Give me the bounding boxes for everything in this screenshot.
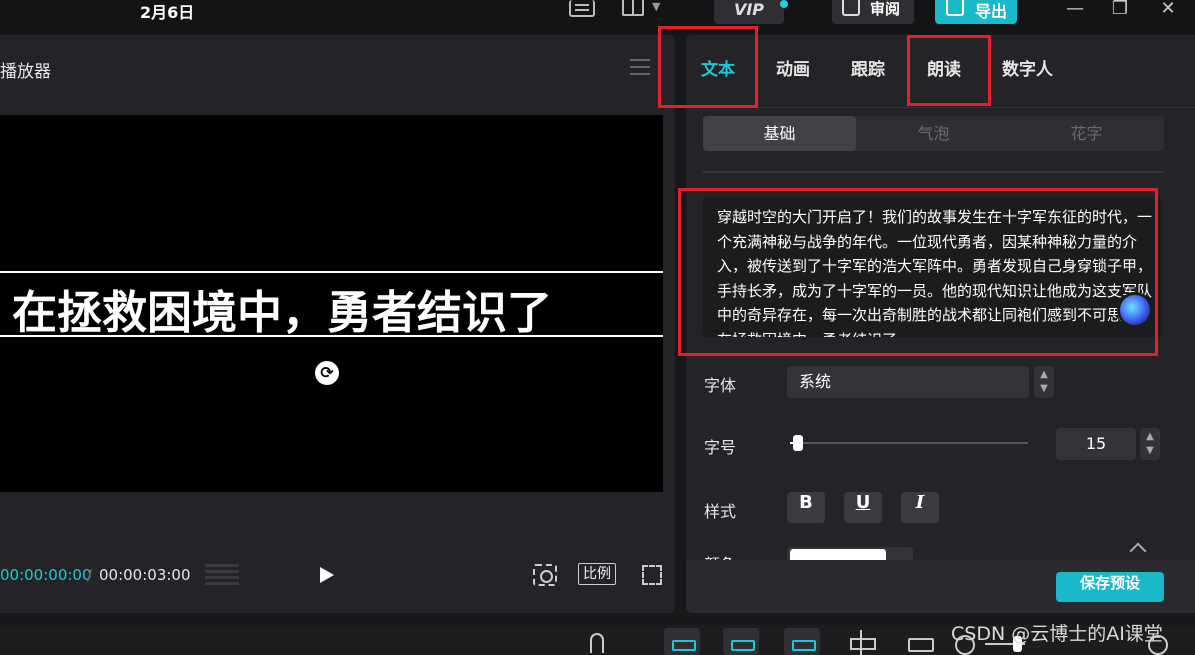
ratio-button[interactable]: 比例: [578, 563, 616, 585]
total-time: 00:00:03:00: [99, 566, 191, 584]
notification-dot: [780, 0, 788, 8]
subtitle-selection-box[interactable]: 在拯救困境中，勇者结识了: [0, 271, 663, 337]
menu-icon[interactable]: [630, 59, 650, 75]
split-icon[interactable]: [848, 628, 876, 655]
bold-button[interactable]: B: [787, 492, 825, 523]
microphone-icon[interactable]: [590, 633, 604, 653]
font-label: 字体: [704, 376, 737, 395]
chevron-down-icon[interactable]: ▼: [652, 0, 660, 13]
rotate-handle-icon[interactable]: ⟳: [315, 361, 339, 385]
font-size-slider-thumb[interactable]: [793, 435, 803, 451]
segment-fancy-text[interactable]: 花字: [1010, 116, 1163, 151]
segment-bubble[interactable]: 气泡: [857, 116, 1010, 151]
highlight-read-aloud-tab: [907, 35, 991, 106]
italic-button[interactable]: I: [901, 492, 939, 523]
font-select-stepper-icon[interactable]: ▲ ▼: [1034, 366, 1054, 398]
play-icon[interactable]: [320, 567, 334, 583]
review-icon: [842, 0, 860, 16]
font-size-label: 字号: [704, 438, 737, 457]
review-button[interactable]: 审阅: [832, 0, 914, 24]
linkage-icon[interactable]: [784, 628, 820, 655]
font-size-input[interactable]: 15: [1056, 428, 1136, 460]
chevron-up-icon[interactable]: [1129, 542, 1147, 560]
font-size-slider[interactable]: [790, 442, 1028, 444]
tab-tracking[interactable]: 跟踪: [851, 55, 885, 80]
main-track-link-icon[interactable]: [664, 628, 700, 655]
focus-icon[interactable]: [533, 564, 557, 586]
text-style-segmented-control: 基础 气泡 花字: [703, 116, 1164, 151]
export-icon: [946, 0, 964, 16]
top-bar: 2月6日 ▼ VIP 审阅 导出 — ❐ ✕: [0, 0, 1195, 34]
underline-button[interactable]: U: [844, 492, 882, 523]
tab-digital-human[interactable]: 数字人: [1002, 55, 1053, 80]
timeline-grid-icon[interactable]: [205, 564, 239, 586]
highlight-text-tab: [658, 26, 758, 108]
project-date: 2月6日: [140, 3, 195, 22]
export-label: 导出: [975, 2, 1008, 21]
keyboard-shortcut-icon[interactable]: [569, 0, 595, 17]
save-preset-button[interactable]: 保存预设: [1056, 572, 1164, 602]
current-time: 00:00:00:00: [0, 566, 92, 584]
tab-animation[interactable]: 动画: [776, 55, 810, 80]
tab-divider: [686, 107, 1195, 108]
color-label: 颜色: [704, 551, 736, 560]
time-separator: /: [87, 566, 93, 584]
layout-icon[interactable]: [622, 0, 644, 16]
close-icon[interactable]: ✕: [1153, 0, 1183, 20]
highlight-text-input: [678, 188, 1158, 356]
watermark-text: CSDN @云博士的AI课堂: [951, 623, 1163, 645]
panel-footer: 保存预设: [686, 560, 1195, 613]
vip-label: VIP: [733, 0, 765, 19]
font-select[interactable]: 系统: [787, 366, 1029, 398]
font-size-stepper-icon[interactable]: ▲ ▼: [1140, 428, 1160, 460]
minimize-icon[interactable]: —: [1060, 0, 1090, 20]
section-divider: [703, 171, 1164, 173]
preview-axis-icon[interactable]: [908, 638, 934, 652]
auto-snap-icon[interactable]: [723, 628, 759, 655]
export-button[interactable]: 导出: [935, 0, 1017, 24]
video-canvas[interactable]: 在拯救困境中，勇者结识了 ⟳: [0, 115, 663, 492]
vip-badge[interactable]: VIP: [714, 0, 788, 24]
subtitle-text: 在拯救困境中，勇者结识了: [12, 286, 553, 337]
player-title: 播放器: [0, 62, 51, 82]
fullscreen-icon[interactable]: [642, 565, 662, 585]
maximize-icon[interactable]: ❐: [1105, 0, 1135, 20]
review-label: 审阅: [870, 0, 901, 18]
style-label: 样式: [704, 502, 737, 521]
player-panel: 播放器 在拯救困境中，勇者结识了 ⟳ 00:00:00:00 / 00:00:0…: [0, 35, 675, 613]
segment-basic[interactable]: 基础: [703, 116, 856, 151]
